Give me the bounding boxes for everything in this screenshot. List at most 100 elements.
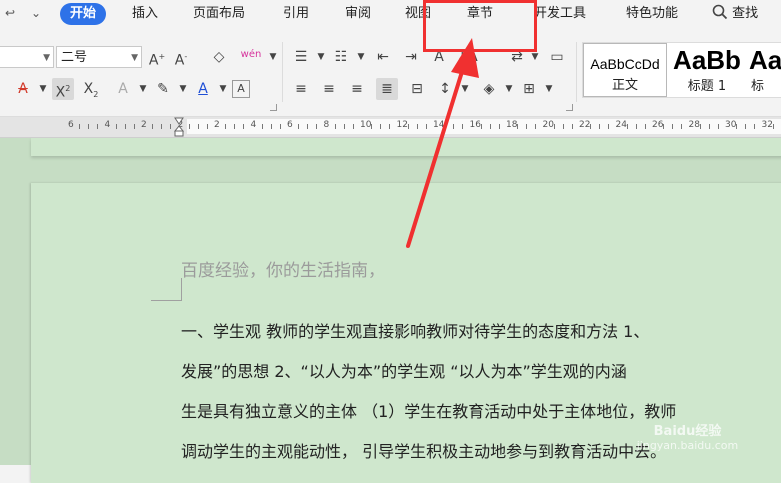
tab-page-layout[interactable]: 页面布局 xyxy=(193,3,245,25)
increase-indent-icon[interactable]: ⇥ xyxy=(400,46,422,68)
ruler-tick-mark xyxy=(152,124,154,129)
align-left-icon[interactable]: ≡ xyxy=(290,78,312,100)
style-heading-2[interactable]: Aa 标 xyxy=(747,43,781,97)
shading-icon[interactable]: ◈ xyxy=(478,78,500,100)
style-sample: AaBbCcDd xyxy=(590,56,660,72)
chevron-down-icon[interactable]: ▼ xyxy=(212,78,234,100)
tab-insert[interactable]: 插入 xyxy=(132,3,158,25)
ruler-tick-mark xyxy=(772,124,774,129)
font-dialog-launcher[interactable] xyxy=(270,104,277,111)
ruler-tick-mark xyxy=(736,124,738,129)
line-spacing-icon[interactable]: ↕ xyxy=(434,78,456,100)
character-border-icon[interactable]: A xyxy=(232,80,250,98)
ruler-tick-mark xyxy=(261,124,263,129)
ruler-tick-mark xyxy=(644,124,646,129)
strikethrough-icon[interactable]: A xyxy=(12,78,34,100)
undo-dropdown-icon[interactable]: ↩ xyxy=(2,5,18,21)
tab-references[interactable]: 引用 xyxy=(283,3,309,25)
align-right-icon[interactable]: ≡ xyxy=(346,78,368,100)
ruler-tick-mark xyxy=(298,124,300,129)
ruler-tick-label: 16 xyxy=(469,120,481,130)
previous-page-bottom xyxy=(31,138,781,156)
chevron-down-icon[interactable]: ⌄ xyxy=(28,5,44,21)
ruler-tick-mark xyxy=(489,124,491,129)
ruler-tick-mark xyxy=(526,124,528,129)
align-center-icon[interactable]: ≡ xyxy=(318,78,340,100)
ruler-tick-mark xyxy=(553,124,555,129)
font-name-combo[interactable]: ▼ xyxy=(0,46,54,68)
doc-text-line[interactable]: 发展”的思想 2、“以人为本”的学生观 “以人为本”学生观的内涵 xyxy=(181,358,627,382)
ruler-tick-mark xyxy=(590,124,592,129)
style-normal[interactable]: AaBbCcDd 正文 xyxy=(583,43,667,97)
chevron-down-icon[interactable]: ▼ xyxy=(538,78,560,100)
ruler-tick-label: 4 xyxy=(104,120,111,130)
grow-font-icon[interactable]: A+ xyxy=(146,46,168,69)
ruler-tick-mark xyxy=(672,124,674,129)
ruler-tick-label: 2 xyxy=(141,120,147,130)
ruler-toggle-icon[interactable]: ▭ xyxy=(546,46,568,68)
chevron-down-icon[interactable]: ▼ xyxy=(454,78,476,100)
justify-icon[interactable]: ≣ xyxy=(376,78,398,100)
tab-special-features[interactable]: 特色功能 xyxy=(626,3,678,25)
doc-text-line[interactable]: 生是具有独立意义的主体 （1）学生在教育活动中处于主体地位，教师 xyxy=(181,398,676,422)
style-heading-1[interactable]: AaBb 标题 1 xyxy=(667,43,747,97)
ribbon-toolbar: ▼ 二号 ▼ A+ A- ◇ wén ▼ A ▼ X2 X2 A ▼ ✎ ▼ A… xyxy=(0,28,781,117)
decrease-indent-icon[interactable]: ⇤ xyxy=(372,46,394,68)
text-effect-icon[interactable]: A xyxy=(112,78,134,100)
subscript-icon[interactable]: X2 xyxy=(80,78,102,100)
style-sample: Aa xyxy=(749,45,781,75)
distributed-align-icon[interactable]: ⊟ xyxy=(406,78,428,100)
ruler-tick-label: 8 xyxy=(323,120,330,130)
chevron-down-icon[interactable]: ▼ xyxy=(172,78,194,100)
chevron-down-icon[interactable]: ▼ xyxy=(350,46,372,68)
chevron-down-icon[interactable]: ▼ xyxy=(262,46,284,68)
ruler-tick-mark xyxy=(480,124,482,129)
paragraph-dialog-launcher[interactable] xyxy=(566,104,573,111)
ruler-tick-label: 4 xyxy=(250,120,257,130)
ruler-tick-mark xyxy=(115,124,117,129)
chapter-tab-highlight xyxy=(423,0,537,52)
indent-marker-icon[interactable] xyxy=(174,117,184,137)
doc-text-line[interactable]: 一、学生观 教师的学生观直接影响教师对待学生的态度和方法 1、 xyxy=(181,318,649,342)
font-size-combo[interactable]: 二号 ▼ xyxy=(56,46,142,68)
chevron-down-icon[interactable]: ▼ xyxy=(132,78,154,100)
margin-crop-mark xyxy=(151,278,182,301)
superscript-icon[interactable]: X2 xyxy=(52,78,74,101)
numbered-list-icon[interactable]: ☷ xyxy=(330,46,352,68)
style-name: 标题 1 xyxy=(687,79,727,94)
style-name: 标 xyxy=(751,79,765,94)
ruler-tick-mark xyxy=(279,124,281,129)
bullet-list-icon[interactable]: ☰ xyxy=(290,46,312,68)
ruler-tick-mark xyxy=(170,124,172,129)
ruler-tick-mark xyxy=(79,124,81,129)
chevron-down-icon[interactable]: ▼ xyxy=(32,78,54,100)
pinyin-guide-icon[interactable]: wén xyxy=(240,44,262,66)
clear-format-icon[interactable]: ◇ xyxy=(208,46,230,68)
search-button[interactable]: 查找 xyxy=(712,3,758,25)
separator xyxy=(282,42,283,102)
tab-developer[interactable]: 开发工具 xyxy=(534,3,586,25)
tab-review[interactable]: 审阅 xyxy=(345,3,371,25)
separator xyxy=(576,42,577,102)
ruler-tick-mark xyxy=(717,124,719,129)
doc-text-line[interactable]: 调动学生的主观能动性， 引导学生积极主动地参与到教育活动中去。 xyxy=(181,438,666,462)
font-color-icon[interactable]: A xyxy=(192,78,214,100)
borders-icon[interactable]: ⊞ xyxy=(518,78,540,100)
chevron-down-icon[interactable]: ▼ xyxy=(310,46,332,68)
ruler-tick-mark xyxy=(380,124,382,129)
chevron-down-icon[interactable]: ▼ xyxy=(498,78,520,100)
ruler-tick-mark xyxy=(225,124,227,129)
tab-home[interactable]: 开始 xyxy=(60,3,107,25)
ruler-tick-mark xyxy=(599,124,601,129)
watermark-url: jingyan.baidu.com xyxy=(636,439,739,452)
chevron-down-icon: ▼ xyxy=(43,53,50,63)
ruler-tick-mark xyxy=(389,124,391,129)
ruler-tick-mark xyxy=(444,124,446,129)
ruler-tick-mark xyxy=(243,124,245,129)
highlight-pen-icon[interactable]: ✎ xyxy=(152,78,174,100)
ruler-tick-mark xyxy=(462,124,464,129)
shrink-font-icon[interactable]: A- xyxy=(170,46,192,69)
doc-heading-line[interactable]: 百度经验，你的生活指南， xyxy=(181,256,385,281)
horizontal-ruler[interactable]: 6422246810121416182022242628303234 xyxy=(0,117,781,138)
ruler-tick-label: 26 xyxy=(652,120,664,130)
